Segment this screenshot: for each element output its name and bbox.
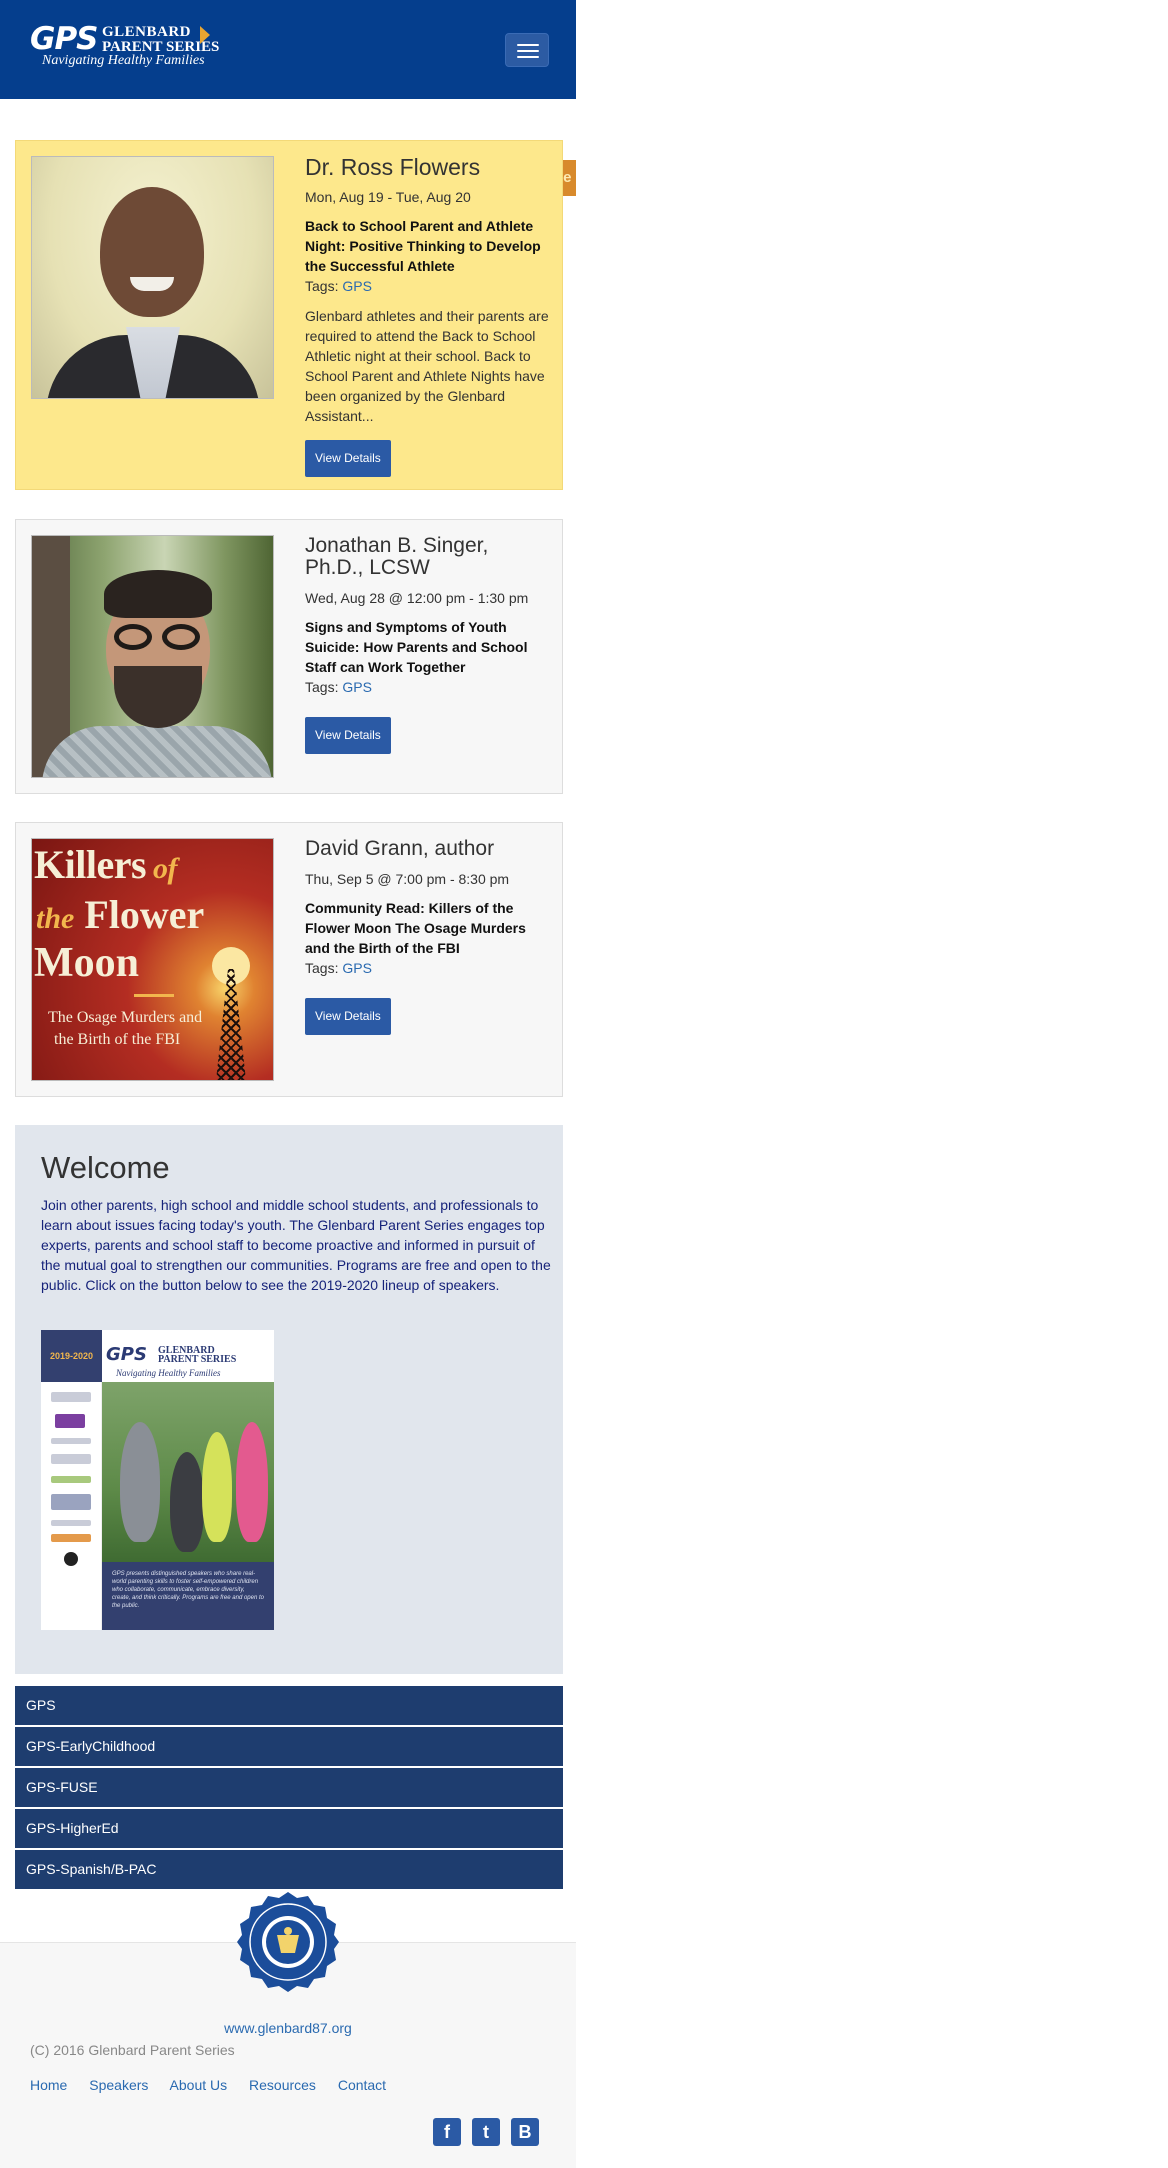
event-excerpt: Glenbard athletes and their parents are …	[305, 308, 549, 424]
logo-gps-text: GPS	[30, 21, 98, 57]
school-district-seal-icon[interactable]	[237, 1891, 339, 1993]
event-title[interactable]: Community Read: Killers of the Flower Mo…	[305, 898, 550, 958]
blogger-icon[interactable]: B	[511, 2118, 539, 2146]
menu-bar-icon	[517, 56, 539, 58]
poster-year: 2019-2020	[41, 1330, 102, 1382]
footer-link-home[interactable]: Home	[30, 2077, 67, 2093]
event-date: Wed, Aug 28 @ 12:00 pm - 1:30 pm	[305, 590, 529, 606]
menu-bar-icon	[517, 50, 539, 52]
hamburger-menu-button[interactable]	[505, 33, 549, 67]
tag-list-item[interactable]: GPS-Spanish/B-PAC	[15, 1850, 563, 1889]
book-cover-image[interactable]: Killers of the Flower Moon The Osage Mur…	[31, 838, 274, 1081]
poster-gps: GPS	[106, 1344, 147, 1365]
district-website-link[interactable]: www.glenbard87.org	[0, 2020, 576, 2036]
footer-nav: Home Speakers About Us Resources Contact	[30, 2077, 404, 2093]
event-tags: Tags: GPS	[305, 677, 550, 697]
footer-link-resources[interactable]: Resources	[249, 2077, 316, 2093]
cover-title-word: Killers	[34, 842, 147, 887]
welcome-heading: Welcome	[41, 1150, 170, 1185]
tags-label: Tags:	[305, 679, 339, 695]
view-details-button[interactable]: View Details	[305, 717, 391, 754]
view-details-button[interactable]: View Details	[305, 440, 391, 477]
cover-title-word: the	[36, 902, 75, 935]
tag-list-item[interactable]: GPS	[15, 1686, 563, 1725]
footer-link-speakers[interactable]: Speakers	[89, 2077, 148, 2093]
speaker-name[interactable]: David Grann, author	[305, 838, 550, 860]
cover-title-word: Moon	[34, 940, 139, 986]
facebook-icon[interactable]: f	[433, 2118, 461, 2146]
cover-title-word: of	[146, 852, 178, 885]
logo-arrow-icon	[200, 26, 210, 44]
copyright-text: (C) 2016 Glenbard Parent Series	[30, 2042, 235, 2058]
event-title[interactable]: Signs and Symptoms of Youth Suicide: How…	[305, 617, 550, 677]
tags-label: Tags:	[305, 960, 339, 976]
site-logo[interactable]: GPS GLENBARD PARENT SERIES Navigating He…	[30, 22, 220, 68]
footer-link-contact[interactable]: Contact	[338, 2077, 386, 2093]
tags-label: Tags:	[305, 278, 339, 294]
tag-list-item[interactable]: GPS-FUSE	[15, 1768, 563, 1807]
tag-list: GPS GPS-EarlyChildhood GPS-FUSE GPS-High…	[15, 1686, 563, 1891]
tag-link[interactable]: GPS	[342, 679, 372, 695]
footer-link-about-us[interactable]: About Us	[170, 2077, 228, 2093]
cover-subtitle: The Osage Murders and	[48, 1009, 203, 1026]
poster-tagline: Navigating Healthy Families	[116, 1368, 221, 1378]
welcome-text: Join other parents, high school and midd…	[41, 1197, 551, 1293]
event-date: Thu, Sep 5 @ 7:00 pm - 8:30 pm	[305, 871, 510, 887]
poster-caption: GPS presents distinguished speakers who …	[102, 1562, 274, 1630]
tag-list-item[interactable]: GPS-EarlyChildhood	[15, 1727, 563, 1766]
speaker-name[interactable]: Dr. Ross Flowers	[305, 156, 550, 179]
event-tags: Tags: GPS	[305, 276, 550, 296]
poster-name-2: PARENT SERIES	[158, 1354, 237, 1365]
tag-link[interactable]: GPS	[342, 278, 372, 294]
event-title[interactable]: Back to School Parent and Athlete Night:…	[305, 216, 550, 276]
event-card: Killers of the Flower Moon The Osage Mur…	[15, 822, 563, 1097]
tag-list-item[interactable]: GPS-HigherEd	[15, 1809, 563, 1848]
menu-bar-icon	[517, 44, 539, 46]
logo-tagline: Navigating Healthy Families	[42, 53, 205, 68]
logo-line1: GLENBARD	[102, 24, 192, 40]
welcome-section: Welcome Join other parents, high school …	[15, 1125, 563, 1674]
event-card: Jonathan B. Singer, Ph.D., LCSW Wed, Aug…	[15, 519, 563, 794]
tag-link[interactable]: GPS	[342, 960, 372, 976]
twitter-icon[interactable]: t	[472, 2118, 500, 2146]
speaker-photo[interactable]	[31, 156, 274, 399]
speaker-photo[interactable]	[31, 535, 274, 778]
view-details-button[interactable]: View Details	[305, 998, 391, 1035]
lineup-poster-image[interactable]: 2019-2020 GPS GLENBARD PARENT SERIES Nav…	[41, 1330, 274, 1630]
event-date: Mon, Aug 19 - Tue, Aug 20	[305, 189, 471, 205]
cover-subtitle: the Birth of the FBI	[54, 1031, 181, 1048]
site-header: GPS GLENBARD PARENT SERIES Navigating He…	[0, 0, 576, 99]
speaker-name[interactable]: Jonathan B. Singer, Ph.D., LCSW	[305, 535, 550, 579]
event-tags: Tags: GPS	[305, 958, 550, 978]
event-card: Dr. Ross Flowers Mon, Aug 19 - Tue, Aug …	[15, 140, 563, 490]
cover-title-word: Flower	[74, 892, 205, 937]
